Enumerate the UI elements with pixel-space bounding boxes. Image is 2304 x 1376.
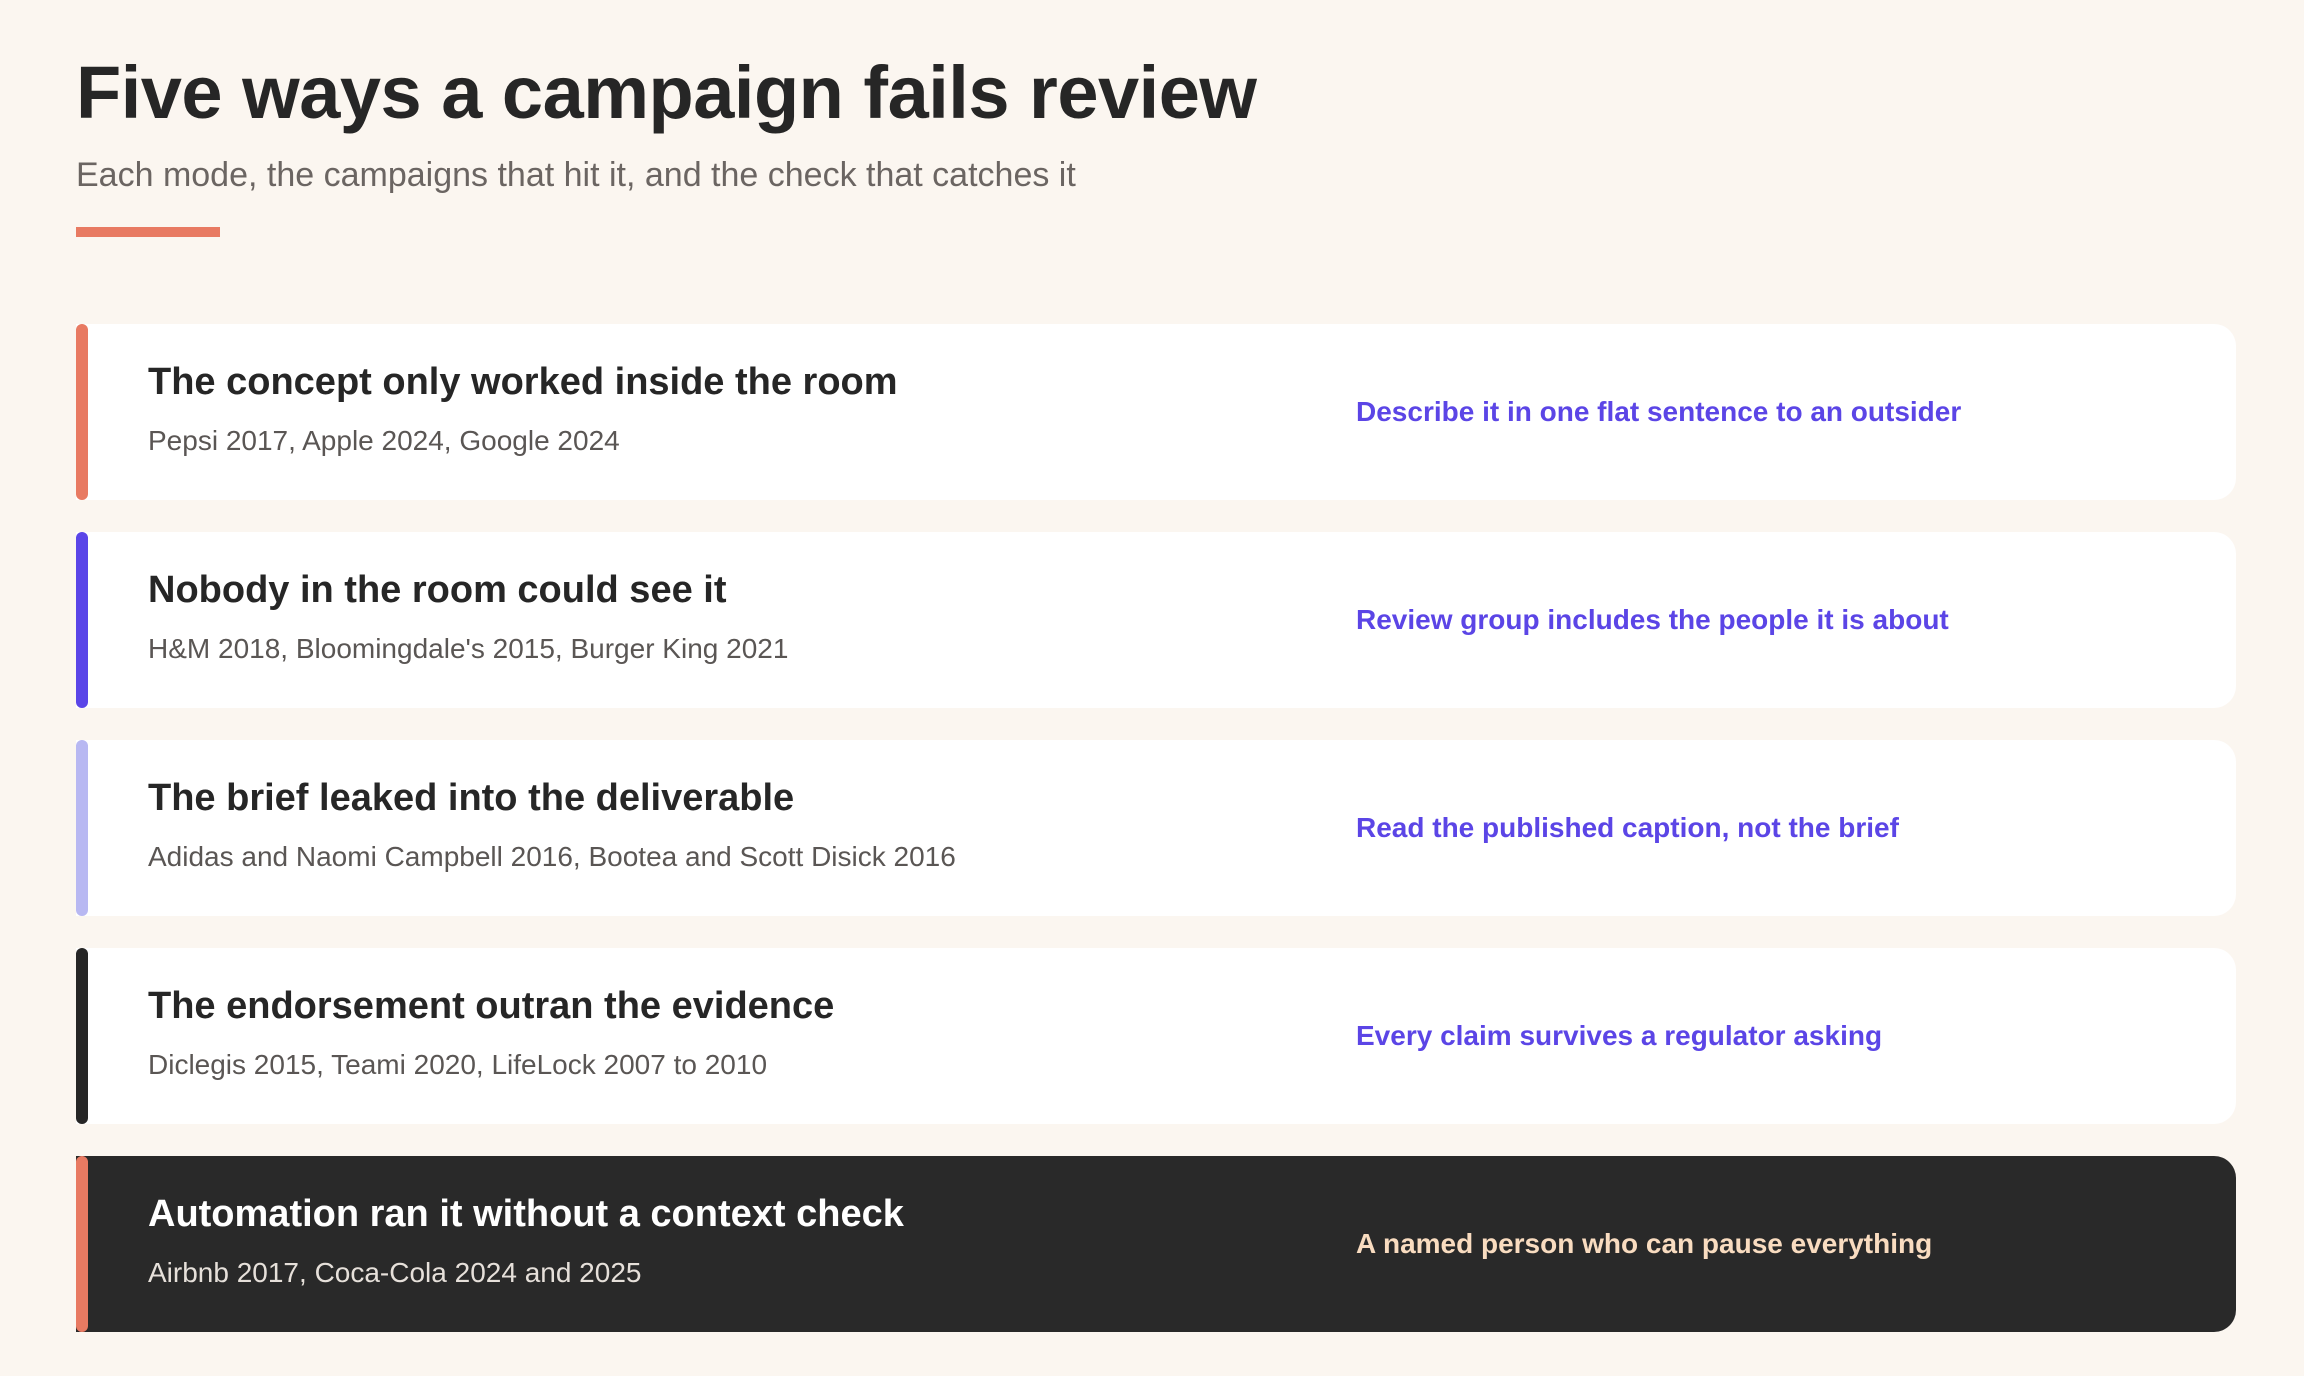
failure-mode-row-endorsement: The endorsement outran the evidence Dicl… (76, 948, 2236, 1124)
failure-mode-examples: Airbnb 2017, Coca-Cola 2024 and 2025 (148, 1257, 642, 1288)
failure-mode-row-automation: Automation ran it without a context chec… (76, 1156, 2236, 1332)
failure-mode-title: The endorsement outran the evidence (148, 985, 835, 1027)
page-title: Five ways a campaign fails review (76, 51, 1257, 134)
accent-rule (76, 227, 220, 237)
failure-mode-examples: H&M 2018, Bloomingdale's 2015, Burger Ki… (148, 633, 789, 664)
failure-mode-title: Automation ran it without a context chec… (148, 1193, 904, 1235)
row-accent-bar (76, 1156, 88, 1332)
failure-mode-row-concept: The concept only worked inside the room … (76, 324, 2236, 500)
row-accent-bar (76, 324, 88, 500)
failure-mode-title: The concept only worked inside the room (148, 361, 898, 403)
failure-mode-examples: Diclegis 2015, Teami 2020, LifeLock 2007… (148, 1049, 768, 1080)
failure-mode-examples: Pepsi 2017, Apple 2024, Google 2024 (148, 425, 620, 456)
row-accent-bar (76, 948, 88, 1124)
failure-mode-title: The brief leaked into the deliverable (148, 777, 795, 819)
page-subtitle: Each mode, the campaigns that hit it, an… (76, 156, 1076, 194)
failure-mode-title: Nobody in the room could see it (148, 569, 727, 611)
failure-mode-row-brief: The brief leaked into the deliverable Ad… (76, 740, 2236, 916)
failure-mode-check: Every claim survives a regulator asking (1356, 1020, 1883, 1051)
failure-mode-examples: Adidas and Naomi Campbell 2016, Bootea a… (148, 841, 956, 872)
failure-mode-check: Review group includes the people it is a… (1356, 604, 1949, 635)
failure-mode-row-visibility: Nobody in the room could see it H&M 2018… (76, 532, 2236, 708)
failure-mode-check: A named person who can pause everything (1356, 1228, 1933, 1259)
failure-mode-check: Describe it in one flat sentence to an o… (1356, 396, 1962, 427)
failure-mode-check: Read the published caption, not the brie… (1356, 812, 1899, 843)
failure-mode-list: The concept only worked inside the room … (76, 324, 2236, 1364)
row-accent-bar (76, 532, 88, 708)
row-accent-bar (76, 740, 88, 916)
